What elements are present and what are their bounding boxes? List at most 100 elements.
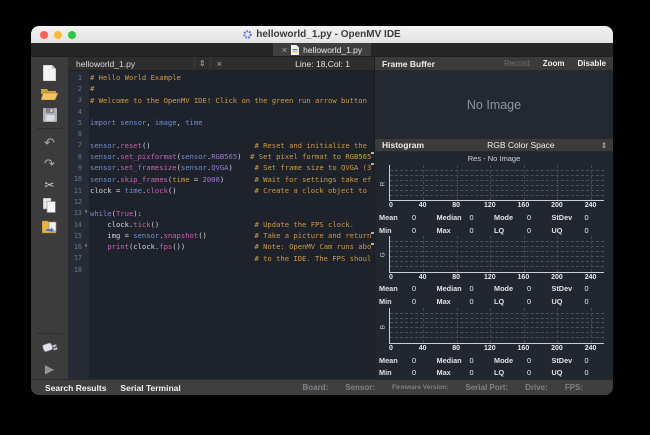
editor-pane-header: helloworld_1.py ⇕ × Line: 18,Col: 1 [68,57,374,71]
frame-buffer-title: Frame Buffer [375,59,435,69]
line-number: 6 [68,130,82,138]
line-number: 13 [68,209,82,217]
channel-axis-label: R [377,165,389,202]
code-line[interactable]: 15 img = sensor.snapshot() # Take a pict… [68,230,371,241]
new-file-icon [43,65,56,81]
line-number: 7 [68,141,82,149]
x-axis-ticks: 04080120160200240 [389,202,604,211]
scrollbar-mark [371,152,374,154]
code-line[interactable]: 11clock = time.clock() # Create a clock … [68,185,371,196]
titlebar[interactable]: helloworld_1.py - OpenMV IDE [31,26,613,43]
disable-button[interactable]: Disable [578,59,606,68]
stat-min: Min0 [379,226,437,235]
x-axis-ticks: 04080120160200240 [389,274,604,283]
undo-button[interactable]: ↶ [38,132,62,153]
cut-button[interactable]: ✂ [38,174,62,195]
code-line[interactable]: 8sensor.set_pixformat(sensor.RGB565) # S… [68,151,371,162]
status-field-serial-port: Serial Port: [465,383,508,392]
code-line[interactable]: 5import sensor, image, time [68,117,371,128]
code-line[interactable]: 12 [68,196,371,207]
code-text: # Hello World Example [90,72,371,83]
stat-mean: Mean0 [379,213,437,222]
scissors-icon: ✂ [44,176,54,194]
code-line[interactable]: 4 [68,106,371,117]
code-text: sensor.reset() # Reset and initialize th… [90,140,371,151]
python-file-icon [291,45,299,55]
line-number: 16 [68,243,82,251]
stat-lq: LQ0 [494,226,552,235]
code-text: img = sensor.snapshot() # Take a picture… [90,230,371,241]
code-text: sensor.skip_frames(time = 2000) # Wait f… [90,174,371,185]
x-axis-ticks: 04080120160200240 [389,345,604,354]
line-number: 3 [68,96,82,104]
code-line[interactable]: 13∨while(True): [68,208,371,219]
serial-terminal-tab[interactable]: Serial Terminal [120,383,180,393]
stat-uq: UQ0 [552,368,610,377]
fold-chevron-icon[interactable]: ∨ [82,210,90,216]
code-text: clock.tick() # Update the FPS clock. [90,219,371,230]
fold-chevron-icon[interactable]: ∨ [82,244,90,250]
stat-median: Median0 [437,213,495,222]
stat-min: Min0 [379,297,437,306]
document-tab[interactable]: × helloworld_1.py [273,43,371,56]
stat-max: Max0 [437,368,495,377]
stats-row: Mean0Median0Mode0StDev0 [377,211,611,224]
toolbar: ↶↷ ✂ ▶ [31,57,68,379]
status-field-firmware-version: Firmware Version: [392,384,448,391]
editor-tab-label[interactable]: helloworld_1.py [68,59,194,69]
resolution-label: Res - No Image [375,152,613,165]
code-text: clock = time.clock() # Create a clock ob… [90,185,371,196]
color-space-dropdown[interactable]: RGB Color Space ⇕ [441,140,613,150]
code-line[interactable]: 18 [68,264,371,275]
connect-button[interactable] [38,337,62,358]
document-tab-close-icon[interactable]: × [282,45,287,55]
code-line[interactable]: 2# [68,83,371,94]
stat-mode: Mode0 [494,356,552,365]
code-text: while(True): [90,208,371,219]
code-line[interactable]: 1# Hello World Example [68,72,371,83]
stats-row: Mean0Median0Mode0StDev0 [377,354,611,367]
code-line[interactable]: 17 # to the IDE. The FPS should [68,253,371,264]
histogram-plot [389,308,604,344]
open-file-button[interactable] [38,83,62,104]
code-line[interactable]: 10sensor.skip_frames(time = 2000) # Wait… [68,174,371,185]
code-text: # [90,83,371,94]
code-editor[interactable]: 1# Hello World Example2#3# Welcome to th… [68,71,374,379]
status-bar: Search Results Serial Terminal Board:Sen… [31,379,613,395]
new-file-button[interactable] [38,62,62,83]
stat-median: Median0 [437,356,495,365]
stats-row: Mean0Median0Mode0StDev0 [377,283,611,296]
copy-button[interactable] [38,195,62,216]
document-selector-icon[interactable]: ⇕ [194,59,211,68]
code-line[interactable]: 3# Welcome to the OpenMV IDE! Click on t… [68,95,371,106]
stat-lq: LQ0 [494,368,552,377]
record-button[interactable]: Record [504,59,530,68]
usb-plug-icon [42,342,58,353]
line-number: 9 [68,164,82,172]
code-text: import sensor, image, time [90,117,371,128]
window-title-wrap: helloworld_1.py - OpenMV IDE [31,29,613,40]
stat-stdev: StDev0 [552,356,610,365]
stat-uq: UQ0 [552,297,610,306]
code-line[interactable]: 14 clock.tick() # Update the FPS clock. [68,219,371,230]
code-line[interactable]: 16∨ print(clock.fps()) # Note: OpenMV Ca… [68,241,371,252]
stat-stdev: StDev0 [552,284,610,293]
code-line[interactable]: 6 [68,128,371,139]
code-line[interactable]: 7 sensor.reset() # Reset and initialize t… [68,140,371,151]
save-button[interactable] [38,104,62,125]
histogram-channel-b: B04080120160200240Mean0Median0Mode0StDev… [375,308,613,379]
stat-uq: UQ0 [552,226,610,235]
status-field-board: Board: [302,383,328,392]
code-text: print(clock.fps()) # Note: OpenMV Cam ru… [90,241,371,252]
zoom-button[interactable]: Zoom [543,59,565,68]
search-results-tab[interactable]: Search Results [45,383,106,393]
openmv-app-icon [243,30,252,39]
frame-buffer-view: No Image [375,71,613,138]
editor-tab-close-icon[interactable]: × [211,59,228,69]
run-script-button[interactable]: ▶ [38,358,62,379]
frame-buffer-panel: Frame Buffer RecordZoomDisable No Image … [375,57,613,379]
code-line[interactable]: 9sensor.set_framesize(sensor.QVGA) # Set… [68,162,371,173]
redo-button[interactable]: ↷ [38,153,62,174]
no-image-label: No Image [467,98,521,112]
paste-button[interactable] [38,216,62,237]
